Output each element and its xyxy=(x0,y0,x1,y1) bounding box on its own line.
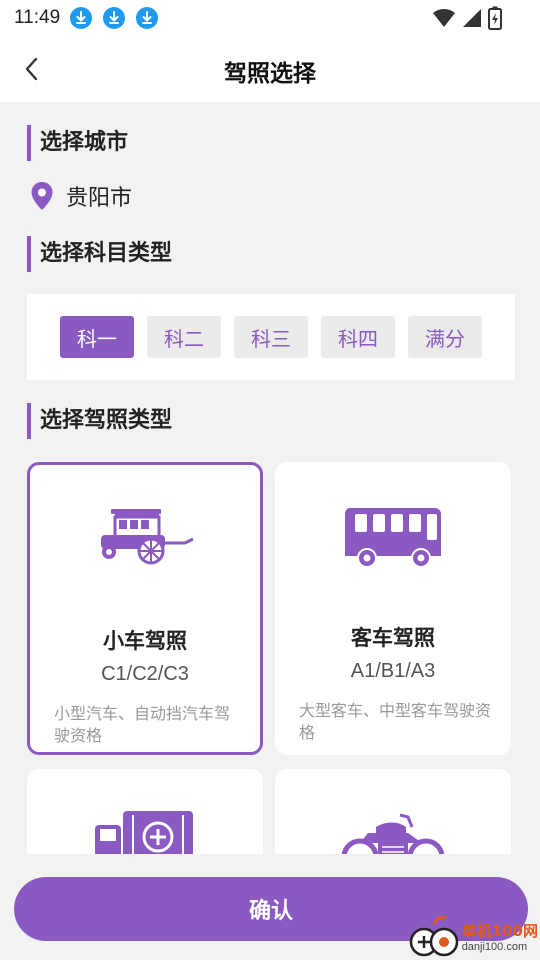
license-card-title: 小车驾照 xyxy=(103,629,187,653)
subject-option-3[interactable]: 科三 xyxy=(234,316,308,358)
watermark-logo-icon xyxy=(409,915,458,957)
subject-option-full[interactable]: 满分 xyxy=(408,316,482,358)
license-card-bus[interactable]: 客车驾照 A1/B1/A3 大型客车、中型客车驾驶资格 xyxy=(275,462,511,755)
subject-option-1[interactable]: 科一 xyxy=(60,316,134,358)
site-watermark: 单机100网 danji100.com xyxy=(408,914,538,958)
status-time: 11:49 xyxy=(14,7,61,28)
truck-icon xyxy=(95,811,193,854)
watermark-name: 单机100网 xyxy=(461,921,538,940)
license-card-truck[interactable] xyxy=(27,769,263,854)
license-card-desc: 大型客车、中型客车驾驶资格 xyxy=(299,701,492,742)
section-title-city: 选择城市 xyxy=(27,125,128,161)
license-card-title: 客车驾照 xyxy=(351,626,435,650)
license-card-codes: A1/B1/A3 xyxy=(350,660,436,682)
license-card-desc: 小型汽车、自动挡汽车驾驶资格 xyxy=(54,704,231,745)
download-icon xyxy=(103,7,126,29)
wifi-icon xyxy=(433,8,455,27)
page-title: 驾照选择 xyxy=(224,61,316,87)
title-bar: 驾照选择 xyxy=(0,36,540,102)
status-bar: 11:49 xyxy=(0,0,540,36)
location-pin-icon xyxy=(31,182,53,210)
license-card-grid: 小车驾照 C1/C2/C3 小型汽车、自动挡汽车驾驶资格 客车驾照 A1/B1/… xyxy=(0,455,540,854)
system-status-icons xyxy=(432,6,502,30)
subject-option-2[interactable]: 科二 xyxy=(147,316,221,358)
subject-options: 科一 科二 科三 科四 满分 xyxy=(27,294,515,380)
license-card-motorcycle[interactable] xyxy=(275,769,511,854)
motorcycle-icon xyxy=(341,813,445,854)
city-name: 贵阳市 xyxy=(66,186,133,211)
battery-charging-icon xyxy=(488,6,502,30)
car-icon xyxy=(101,509,194,565)
city-selector[interactable]: 贵阳市 xyxy=(30,180,132,212)
subject-option-4[interactable]: 科四 xyxy=(321,316,395,358)
section-title-license: 选择驾照类型 xyxy=(27,403,172,439)
bus-icon xyxy=(344,508,441,568)
watermark-url: danji100.com xyxy=(461,940,528,953)
signal-icon xyxy=(463,9,481,27)
download-icon xyxy=(70,7,93,29)
license-card-car[interactable]: 小车驾照 C1/C2/C3 小型汽车、自动挡汽车驾驶资格 xyxy=(27,462,263,755)
license-card-codes: C1/C2/C3 xyxy=(101,663,189,685)
download-icon xyxy=(136,7,159,29)
section-title-subject: 选择科目类型 xyxy=(27,236,172,272)
